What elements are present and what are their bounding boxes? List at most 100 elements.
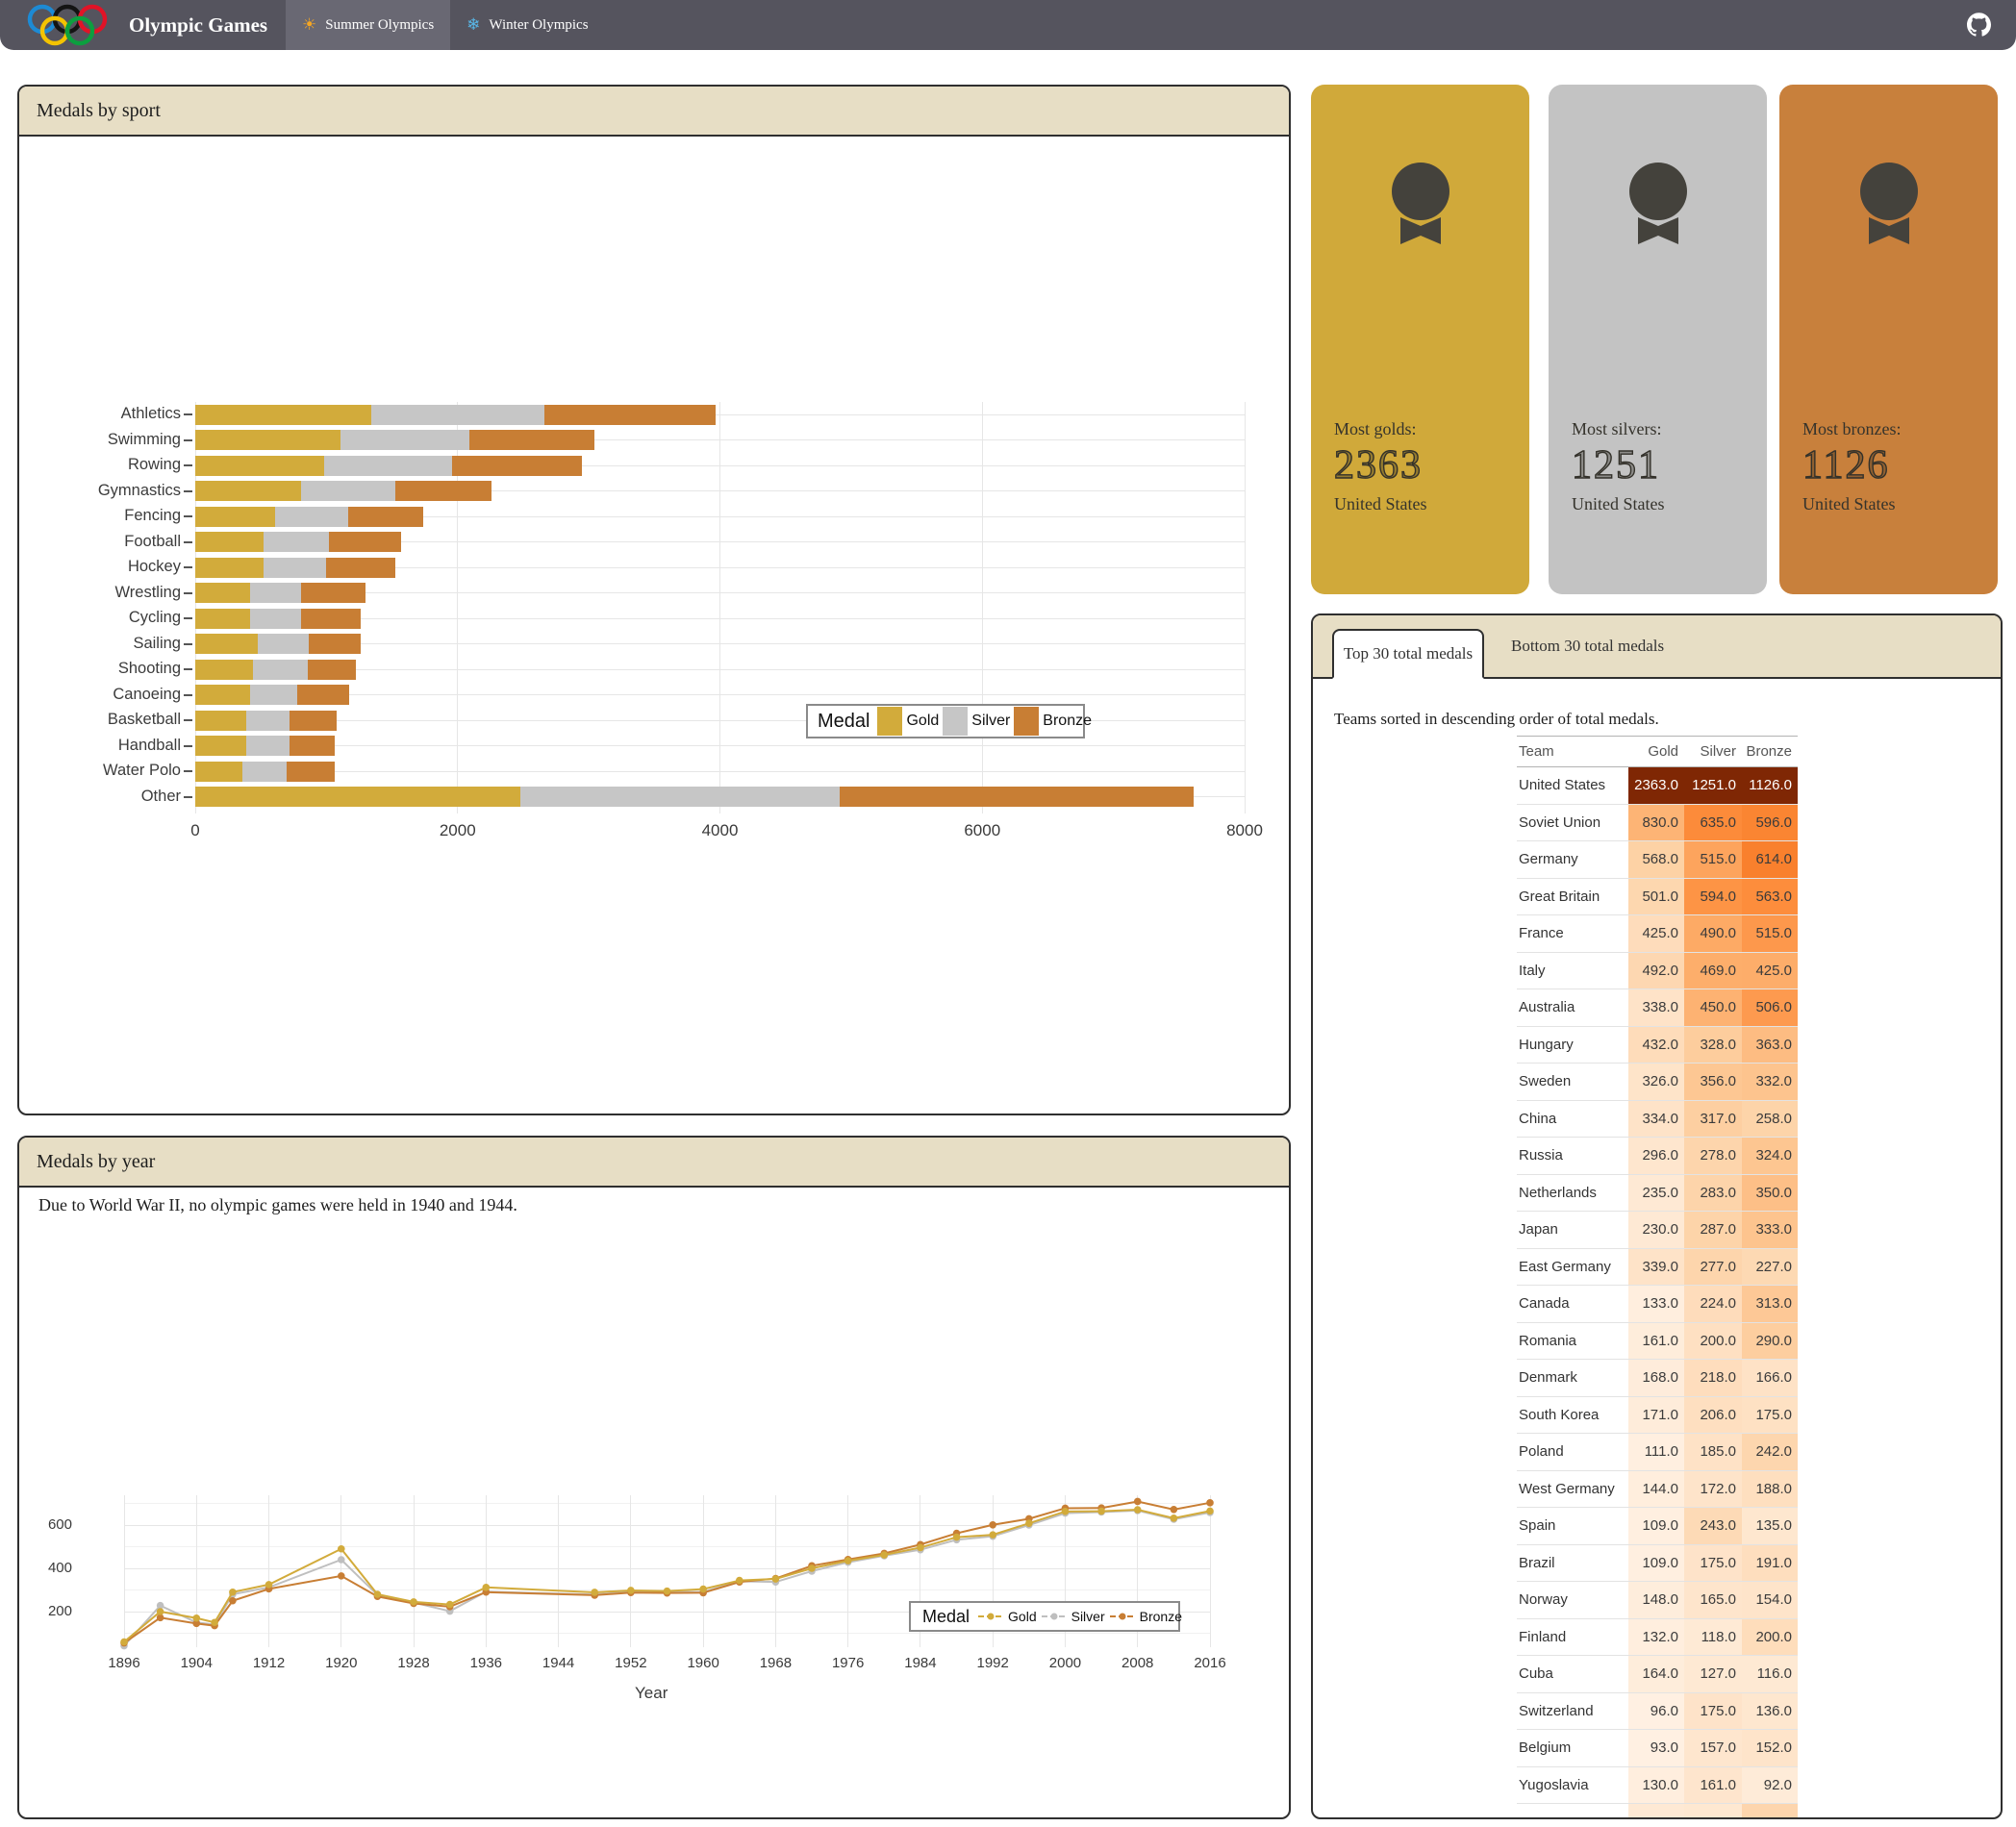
medals-by-year-panel: Medals by year Due to World War II, no o… <box>17 1136 1291 1819</box>
legend-title: Medal <box>818 711 869 733</box>
bar-segment-bronze <box>290 711 337 731</box>
tab-bottom-30-total-medals[interactable]: Bottom 30 total medals <box>1501 615 1674 677</box>
data-point-gold <box>772 1575 780 1583</box>
chart-legend: MedalGoldSilverBronze <box>806 704 1085 738</box>
data-point-gold <box>844 1557 852 1564</box>
bar-segment-silver <box>253 660 308 680</box>
bar-segment-bronze <box>287 762 334 782</box>
grid-line <box>195 694 1245 695</box>
category-label: Wrestling <box>19 584 181 602</box>
medals-by-year-chart[interactable]: Due to World War II, no olympic games we… <box>19 1188 1289 1819</box>
medal-count: 136.0 <box>1742 1693 1798 1730</box>
legend-label: Silver <box>1071 1609 1105 1624</box>
team-name: Norway <box>1517 1582 1628 1618</box>
table-row: Canada133.0224.0313.0 <box>1517 1286 1798 1323</box>
card-country: United States <box>1334 494 1427 514</box>
card-value: 1251 <box>1572 442 1660 488</box>
axis-tick <box>184 796 192 798</box>
bar-segment-gold <box>195 558 264 578</box>
data-point-gold <box>1025 1519 1033 1527</box>
medal-count: 206.0 <box>1684 1397 1742 1434</box>
bar-segment-bronze <box>395 481 491 501</box>
medal-count: 175.0 <box>1684 1545 1742 1582</box>
medal-count: 258.0 <box>1742 1101 1798 1138</box>
bar-segment-silver <box>242 762 287 782</box>
table-row: Poland111.0185.0242.0 <box>1517 1434 1798 1471</box>
team-name: Belgium <box>1517 1730 1628 1766</box>
card-label: Most golds: <box>1334 419 1417 439</box>
medal-count: 350.0 <box>1742 1175 1798 1212</box>
medal-count: 515.0 <box>1742 915 1798 952</box>
bar-segment-gold <box>195 762 242 782</box>
tab-top-30-total-medals[interactable]: Top 30 total medals <box>1332 629 1484 679</box>
category-label: Hockey <box>19 558 181 576</box>
table-header-row: TeamGoldSilverBronze <box>1517 736 1798 767</box>
medal-count: 830.0 <box>1628 805 1684 841</box>
team-name: China <box>1517 1101 1628 1138</box>
legend-item-gold: Gold <box>973 1609 1037 1624</box>
grid-line <box>982 402 983 813</box>
bar-segment-gold <box>195 787 520 807</box>
team-name: Germany <box>1517 841 1628 878</box>
data-point-gold <box>699 1586 707 1593</box>
legend-label: Gold <box>1008 1609 1037 1624</box>
bar-segment-gold <box>195 430 340 450</box>
medals-by-sport-chart[interactable]: 02000400060008000AthleticsSwimmingRowing… <box>19 137 1289 1115</box>
github-icon[interactable] <box>1967 13 1991 37</box>
medal-count: 96.0 <box>1628 1693 1684 1730</box>
tab-winter-olympics[interactable]: ❄ Winter Olympics <box>450 0 604 50</box>
medal-count: 515.0 <box>1684 841 1742 878</box>
bar-segment-gold <box>195 481 301 501</box>
medal-count: 242.0 <box>1742 1434 1798 1470</box>
legend-swatch <box>977 1611 1004 1622</box>
bar-segment-bronze <box>308 660 357 680</box>
medal-count: 188.0 <box>1742 1471 1798 1508</box>
table-row: Denmark168.0218.0166.0 <box>1517 1360 1798 1397</box>
medal-count: 290.0 <box>1742 1323 1798 1360</box>
category-label: Shooting <box>19 660 181 678</box>
bar-segment-gold <box>195 583 250 603</box>
medal-count: 230.0 <box>1628 1212 1684 1248</box>
table-row: Great Britain501.0594.0563.0 <box>1517 879 1798 916</box>
bar-segment-bronze <box>544 405 716 425</box>
medal-count: 563.0 <box>1742 879 1798 915</box>
axis-tick <box>184 745 192 747</box>
data-point-bronze <box>1206 1499 1214 1507</box>
medal-count: 200.0 <box>1684 1323 1742 1360</box>
legend-item-bronze: Bronze <box>1010 707 1092 736</box>
medal-count: 200.0 <box>1742 1619 1798 1656</box>
medal-count: 166.0 <box>1742 1360 1798 1396</box>
card-label: Most bronzes: <box>1802 419 1902 439</box>
legend-swatch <box>877 707 902 736</box>
category-label: Sailing <box>19 635 181 653</box>
medal-count: 175.0 <box>1684 1693 1742 1730</box>
medal-count: 278.0 <box>1684 1138 1742 1174</box>
card-country: United States <box>1802 494 1896 514</box>
snowflake-icon: ❄ <box>466 15 480 35</box>
data-point-gold <box>410 1598 417 1606</box>
medal-count: 148.0 <box>1628 1582 1684 1618</box>
grid-line <box>195 771 1245 772</box>
legend-item-gold: Gold <box>873 707 939 736</box>
table-row: China334.0317.0258.0 <box>1517 1101 1798 1139</box>
data-point-gold <box>736 1577 743 1585</box>
bar-segment-silver <box>371 405 543 425</box>
team-name: Yugoslavia <box>1517 1767 1628 1804</box>
card-country: United States <box>1572 494 1665 514</box>
data-point-gold <box>120 1639 128 1646</box>
bar-segment-silver <box>264 532 329 552</box>
bar-segment-bronze <box>469 430 594 450</box>
data-point-gold <box>1134 1506 1142 1514</box>
medal-count: 109.0 <box>1628 1545 1684 1582</box>
table-row: Italy492.0469.0425.0 <box>1517 953 1798 990</box>
tab-summer-olympics[interactable]: ☀ Summer Olympics <box>286 0 450 50</box>
bar-segment-bronze <box>452 456 583 476</box>
data-point-gold <box>591 1589 598 1596</box>
bar-segment-bronze <box>290 736 335 756</box>
medal-count: 93.0 <box>1628 1730 1684 1766</box>
category-label: Fencing <box>19 507 181 525</box>
table-row: Russia296.0278.0324.0 <box>1517 1138 1798 1175</box>
category-label: Football <box>19 533 181 551</box>
column-header-team: Team <box>1517 743 1628 760</box>
axis-tick <box>184 566 192 568</box>
